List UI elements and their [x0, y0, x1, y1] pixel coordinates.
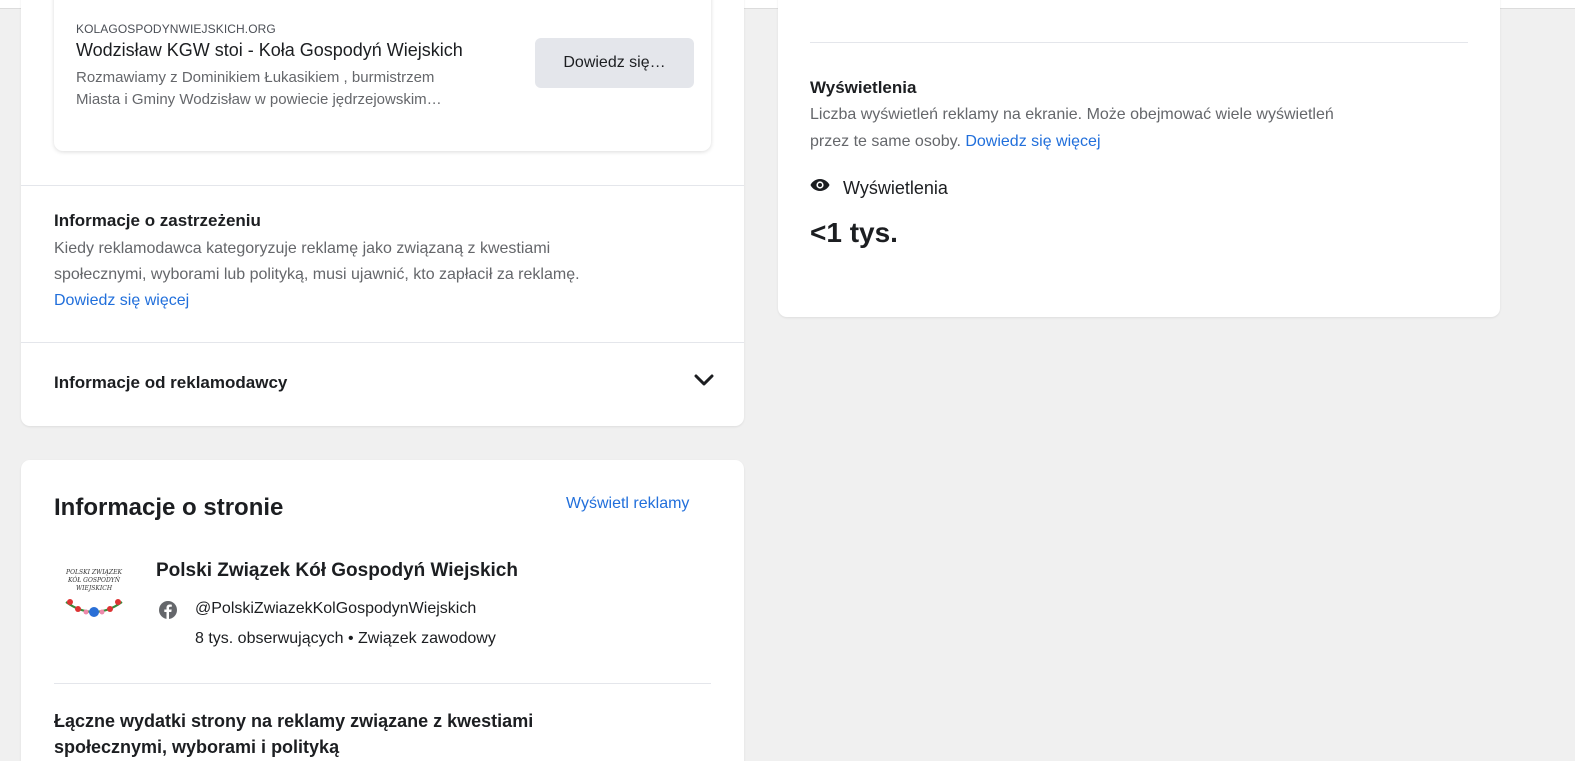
page-meta: 8 tys. obserwujących • Związek zawodowy: [195, 630, 496, 647]
page-info-card: Informacje o stronie Wyświetl reklamy PO…: [21, 460, 744, 761]
impressions-value: <1 tys.: [810, 217, 898, 248]
spend-title: Łączne wydatki strony na reklamy związan…: [54, 708, 694, 760]
section-divider: [21, 342, 744, 343]
learn-more-button[interactable]: Dowiedz się…: [535, 38, 694, 88]
section-divider: [21, 185, 744, 186]
page-handle: @PolskiZwiazekKolGospodynWiejskich: [195, 600, 477, 617]
svg-text:POLSKI ZWIĄZEK: POLSKI ZWIĄZEK: [65, 569, 122, 576]
advertiser-info-title[interactable]: Informacje od reklamodawcy: [54, 373, 287, 393]
spend-title-line: Łączne wydatki strony na reklamy związan…: [54, 711, 534, 731]
disclaimer-text: Kiedy reklamodawca kategoryzuje reklamę …: [54, 236, 714, 314]
section-divider: [810, 42, 1468, 43]
impressions-learn-more-link[interactable]: Dowiedz się więcej: [965, 133, 1100, 150]
disclaimer-title: Informacje o zastrzeżeniu: [54, 211, 261, 230]
disclaimer-learn-more-link[interactable]: Dowiedz się więcej: [54, 288, 714, 314]
page-avatar[interactable]: POLSKI ZWIĄZEK KÓŁ GOSPODYŃ WIEJSKICH: [54, 560, 134, 630]
impressions-description-line: Liczba wyświetleń reklamy na ekranie. Mo…: [810, 106, 1334, 123]
disclaimer-text-line: Kiedy reklamodawca kategoryzuje reklamę …: [54, 240, 551, 257]
impressions-card: Wyświetlenia Liczba wyświetleń reklamy n…: [778, 0, 1500, 317]
page-name[interactable]: Polski Związek Kół Gospodyń Wiejskich: [156, 560, 518, 582]
svg-text:KÓŁ GOSPODYŃ: KÓŁ GOSPODYŃ: [67, 576, 121, 584]
spend-title-line: społecznymi, wyborami i polityką: [54, 737, 340, 757]
disclaimer-text-line: społecznymi, wyborami lub polityką, musi…: [54, 266, 580, 283]
link-description-line: Rozmawiamy z Dominikiem Łukasikiem , bur…: [76, 69, 435, 86]
facebook-icon: [159, 601, 177, 619]
impressions-label: Wyświetlenia: [843, 178, 948, 198]
link-title: Wodzisław KGW stoi - Koła Gospodyń Wiejs…: [76, 40, 463, 60]
view-ads-link[interactable]: Wyświetl reklamy: [566, 495, 689, 513]
svg-text:WIEJSKICH: WIEJSKICH: [76, 585, 113, 592]
page-info-heading: Informacje o stronie: [54, 494, 284, 521]
link-domain: KOLAGOSPODYNWIEJSKICH.ORG: [76, 22, 276, 36]
impressions-title: Wyświetlenia: [810, 78, 917, 97]
impressions-description-text: przez te same osoby.: [810, 133, 961, 150]
link-description-line: Miasta i Gminy Wodzisław w powiecie jędr…: [76, 91, 442, 108]
impressions-description: Liczba wyświetleń reklamy na ekranie. Mo…: [810, 101, 1470, 155]
section-divider: [54, 683, 711, 684]
ad-link-preview[interactable]: KOLAGOSPODYNWIEJSKICH.ORG Wodzisław KGW …: [54, 0, 711, 151]
chevron-down-icon[interactable]: [693, 372, 715, 388]
eye-icon: [810, 179, 830, 191]
impressions-description-line: przez te same osoby. Dowiedz się więcej: [810, 128, 1470, 155]
ad-details-card: KOLAGOSPODYNWIEJSKICH.ORG Wodzisław KGW …: [21, 0, 744, 426]
link-description: Rozmawiamy z Dominikiem Łukasikiem , bur…: [76, 67, 551, 111]
